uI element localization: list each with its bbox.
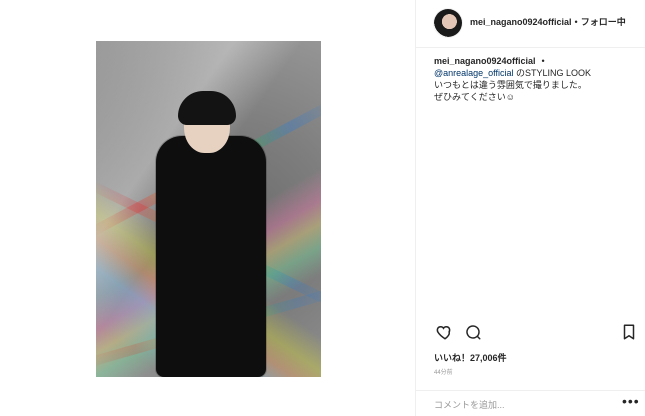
media-panel (0, 0, 415, 416)
post-caption: mei_nagano0924official • @anrealage_offic… (434, 55, 639, 103)
bookmark-icon[interactable] (620, 323, 638, 341)
post-photo[interactable] (96, 41, 321, 377)
header-separator: • (574, 17, 578, 27)
post-header: mei_nagano0924official • フォロー中 (416, 0, 645, 48)
caption-line-4: ぜひみてください☺ (434, 92, 515, 102)
caption-line-2: @anrealage_official のSTYLING LOOK (434, 67, 639, 79)
person-outfit (156, 136, 266, 377)
follow-button[interactable]: フォロー中 (581, 17, 626, 27)
caption-text: のSTYLING LOOK (513, 68, 592, 78)
caption-username-link[interactable]: mei_nagano0924official (434, 56, 536, 66)
likes-count[interactable]: いいね！27,006件 (434, 351, 507, 364)
caption-line-1: mei_nagano0924official • (434, 55, 639, 67)
comment-input[interactable]: コメントを追加... (434, 398, 505, 411)
mention-link[interactable]: @anrealage_official (434, 68, 514, 78)
header-row: mei_nagano0924official • フォロー中 (470, 16, 626, 28)
caption-bullet: • (541, 56, 545, 66)
caption-line-3: いつもとは違う雰囲気で撮りました。 (434, 80, 587, 90)
post-details-panel: mei_nagano0924official • フォロー中 mei_nagano0… (415, 0, 645, 416)
person-hair (178, 91, 236, 125)
timestamp[interactable]: 44分前 (434, 367, 453, 376)
heart-icon[interactable] (436, 323, 454, 341)
comment-bar: コメントを追加... ••• (416, 390, 645, 416)
comment-icon[interactable] (464, 323, 482, 341)
avatar[interactable] (434, 9, 462, 37)
post-actions (434, 323, 639, 341)
header-username-link[interactable]: mei_nagano0924official (470, 17, 572, 27)
more-icon[interactable]: ••• (622, 394, 640, 408)
